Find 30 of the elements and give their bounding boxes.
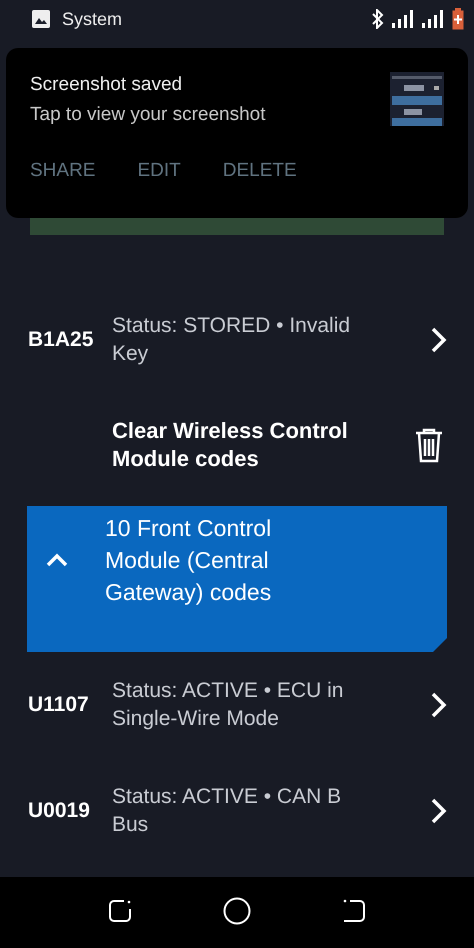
module-title: 10 Front Control Module (Central Gateway) codes <box>105 514 272 607</box>
notification-app-label: System <box>62 8 124 30</box>
home-icon <box>223 896 251 924</box>
notification-action[interactable]: DELETE <box>222 160 297 182</box>
delete-button[interactable] <box>414 427 444 463</box>
signal-icon <box>422 10 444 28</box>
fault-code: B1A25 <box>28 328 94 352</box>
notification-title: Screenshot saved <box>30 74 184 96</box>
clear-codes-label: Clear Wireless Control Module codes <box>112 417 349 473</box>
screenshot-notification[interactable]: Screenshot saved Tap to view your screenshot SHARE EDIT DELETE <box>6 48 468 218</box>
fault-code: U1107 <box>28 693 90 717</box>
notification-message: Tap to view your screenshot <box>30 104 267 126</box>
fault-code: U0019 <box>28 799 91 823</box>
back-icon <box>341 898 367 924</box>
battery-icon <box>452 8 464 30</box>
signal-icon <box>392 10 414 28</box>
fault-status: Status: STORED • Invalid Key <box>112 313 352 367</box>
fault-status: Status: ACTIVE • ECU in Single-Wire Mode <box>112 678 344 732</box>
module-header[interactable]: 10 Front Control Module (Central Gateway) codes <box>27 506 447 652</box>
recents-button[interactable] <box>107 898 133 924</box>
home-button[interactable] <box>223 896 251 924</box>
image-icon <box>32 10 50 28</box>
notification-action[interactable]: EDIT <box>137 160 181 182</box>
bluetooth-icon <box>372 9 384 29</box>
fault-status: Status: ACTIVE • CAN B Bus <box>112 784 342 838</box>
notification-action[interactable]: SHARE <box>30 160 96 182</box>
recents-icon <box>107 898 133 924</box>
trash-icon <box>414 427 444 463</box>
back-button[interactable] <box>341 898 367 924</box>
chevron-up-icon <box>45 552 69 568</box>
